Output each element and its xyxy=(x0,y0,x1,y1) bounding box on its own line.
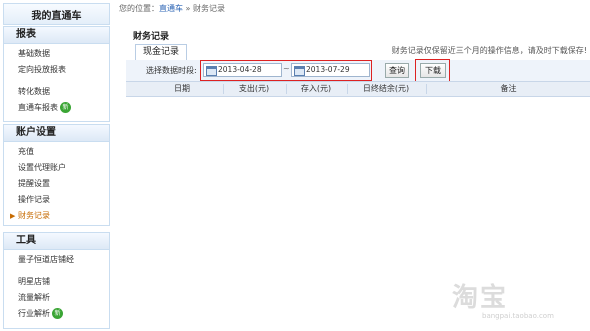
retention-notice: 财务记录仅保留近三个月的操作信息，请及时下载保存! xyxy=(391,46,587,55)
breadcrumb-prefix: 您的位置： xyxy=(119,4,159,13)
end-date-value: 2013-07-29 xyxy=(306,65,350,74)
watermark-logo: 淘宝 bangpai.taobao.com xyxy=(452,277,582,327)
sidebar-item-operation-log[interactable]: 操作记录 xyxy=(4,192,109,208)
sidebar-item-label: 行业解析 xyxy=(18,309,50,318)
new-badge: 新 xyxy=(60,102,71,113)
sidebar-item-recharge[interactable]: 充值 xyxy=(4,144,109,160)
sidebar-item-label: 直通车报表 xyxy=(18,103,58,112)
column-header-date: 日期 xyxy=(174,84,190,93)
active-arrow-icon: ▶ xyxy=(10,212,16,220)
sidebar-item-industry-analysis[interactable]: 行业解析新 xyxy=(4,306,109,322)
sidebar-panel-reports: 报表 基础数据 定向投放报表 转化数据 直通车报表新 xyxy=(3,26,110,122)
page-title: 财务记录 xyxy=(133,32,170,42)
watermark-text: 淘宝 xyxy=(452,283,509,313)
breadcrumb: 您的位置：直通车 » 财务记录 xyxy=(119,3,225,14)
column-header-remark: 备注 xyxy=(500,84,517,93)
breadcrumb-link-ztc[interactable]: 直通车 xyxy=(159,4,183,13)
sidebar-item-targeted-report[interactable]: 定向投放报表 xyxy=(4,62,109,78)
sidebar-title[interactable]: 我的直通车 xyxy=(3,3,110,25)
date-range-label: 选择数据时段: xyxy=(146,66,197,75)
start-date-value: 2013-04-28 xyxy=(218,65,262,74)
sidebar-section-header[interactable]: 报表 xyxy=(4,27,109,44)
sidebar-item-star-shop[interactable]: 明星店铺 xyxy=(4,274,109,290)
new-badge: 新 xyxy=(52,308,63,319)
sidebar-item-agent-account[interactable]: 设置代理账户 xyxy=(4,160,109,176)
calendar-icon[interactable] xyxy=(294,66,305,76)
date-range-separator: ~ xyxy=(283,64,290,73)
watermark-url: bangpai.taobao.com xyxy=(482,312,554,320)
sidebar-item-ztc-report[interactable]: 直通车报表新 xyxy=(4,100,109,116)
sidebar-item-basic-data[interactable]: 基础数据 xyxy=(4,46,109,62)
sidebar: 我的直通车 报表 基础数据 定向投放报表 转化数据 直通车报表新 账户设置 充值… xyxy=(0,0,111,331)
tab-cash-records[interactable]: 现金记录 xyxy=(135,44,187,61)
start-date-input[interactable]: 2013-04-28 xyxy=(203,63,282,77)
end-date-input[interactable]: 2013-07-29 xyxy=(291,63,370,77)
query-button[interactable]: 查询 xyxy=(385,63,409,78)
sidebar-item-quantum[interactable]: 量子恒道店铺经 xyxy=(4,252,109,268)
sidebar-item-finance-records[interactable]: ▶ 财务记录 xyxy=(4,208,109,224)
finance-table-header: 日期 支出(元) 存入(元) 日终结余(元) 备注 xyxy=(126,81,590,97)
sidebar-section-header[interactable]: 账户设置 xyxy=(4,125,109,142)
calendar-icon[interactable] xyxy=(206,66,217,76)
column-header-balance: 日终结余(元) xyxy=(362,84,410,93)
tab-bar: 现金记录 财务记录仅保留近三个月的操作信息，请及时下载保存! xyxy=(126,44,590,61)
breadcrumb-current: 财务记录 xyxy=(193,4,225,13)
sidebar-item-traffic-analysis[interactable]: 流量解析 xyxy=(4,290,109,306)
sidebar-item-reminder[interactable]: 提醒设置 xyxy=(4,176,109,192)
column-header-expense: 支出(元) xyxy=(238,84,270,93)
column-header-deposit: 存入(元) xyxy=(300,84,332,93)
sidebar-panel-account: 账户设置 充值 设置代理账户 提醒设置 操作记录 ▶ 财务记录 xyxy=(3,124,110,226)
sidebar-item-label: 财务记录 xyxy=(18,211,50,220)
breadcrumb-separator: » xyxy=(185,4,191,13)
sidebar-item-conversion-data[interactable]: 转化数据 xyxy=(4,84,109,100)
download-button[interactable]: 下载 xyxy=(420,63,446,78)
date-filter-bar: 选择数据时段: 2013-04-28 ~ 2013-07-29 查询 下载 xyxy=(126,59,590,82)
sidebar-panel-tools: 工具 量子恒道店铺经 明星店铺 流量解析 行业解析新 xyxy=(3,232,110,329)
sidebar-section-header[interactable]: 工具 xyxy=(4,233,109,250)
